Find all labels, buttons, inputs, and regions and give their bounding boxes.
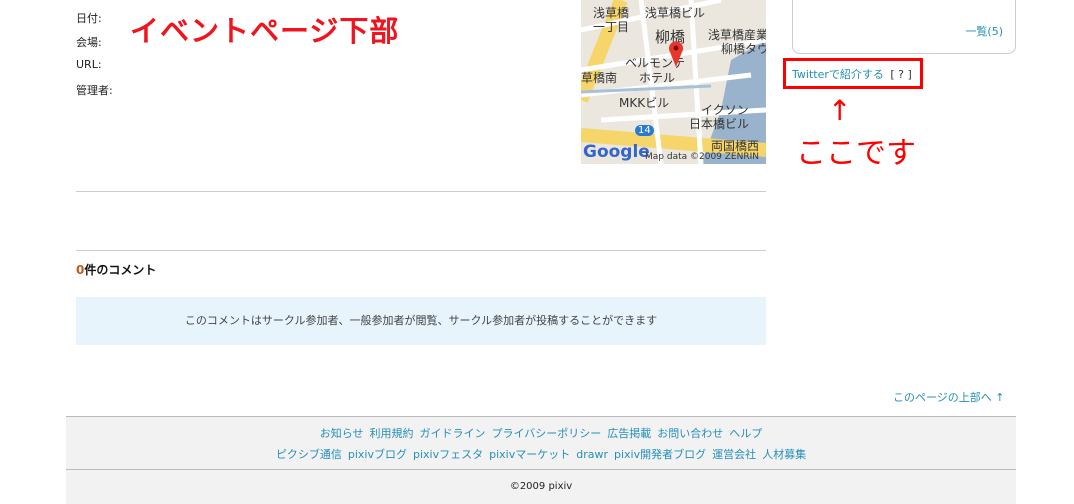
comment-notice: このコメントはサークル参加者、一般参加者が閲覧、サークル参加者が投稿することがで…	[76, 297, 766, 345]
map-label: 一丁目	[593, 20, 630, 34]
footer-link[interactable]: お知らせ	[320, 427, 364, 440]
map-label: MKKビル	[619, 96, 670, 110]
annotation-title: イベントページ下部	[130, 14, 400, 48]
venue-label: 会場:	[76, 36, 102, 49]
map-marker-icon[interactable]	[668, 40, 684, 68]
footer-link[interactable]: 利用規約	[370, 427, 414, 440]
footer-link[interactable]: pixivフェスタ	[413, 448, 483, 461]
google-logo[interactable]: Google	[583, 142, 650, 162]
footer-divider	[66, 469, 1016, 470]
annotation-arrow: ↑	[828, 94, 852, 127]
map-label: 日本橋ビル	[689, 117, 750, 131]
footer-link[interactable]: ピクシブ通信	[276, 448, 342, 461]
footer-link[interactable]: お問い合わせ	[657, 427, 723, 440]
footer-link[interactable]: 広告掲載	[607, 427, 651, 440]
footer-link[interactable]: pixivマーケット	[489, 448, 570, 461]
divider	[76, 191, 766, 192]
date-label: 日付:	[76, 12, 102, 25]
url-label: URL:	[76, 58, 102, 71]
footer: お知らせ 利用規約 ガイドライン プライバシーポリシー 広告掲載 お問い合わせ ヘルプ ピク…	[66, 416, 1016, 504]
footer-links-row2: ピクシブ通信 pixivブログ pixivフェスタ pixivマーケット drawr pi…	[66, 446, 1016, 462]
footer-link[interactable]: pixiv開発者ブログ	[614, 448, 706, 461]
back-to-top-link[interactable]: このページの上部へ ↑	[893, 389, 1005, 405]
twitter-share-link[interactable]: Twitterで紹介する	[792, 68, 884, 81]
map-credit: Map data ©2009 ZENRIN	[645, 152, 759, 162]
twitter-highlight: Twitterで紹介する [ ? ]	[783, 58, 923, 89]
route-shield-icon: 14	[635, 125, 654, 136]
footer-link[interactable]: 運営会社	[712, 448, 756, 461]
divider	[76, 250, 766, 251]
footer-links-row1: お知らせ 利用規約 ガイドライン プライバシーポリシー 広告掲載 お問い合わせ ヘルプ	[66, 425, 1016, 441]
map[interactable]: 浅草橋 一丁目 浅草橋ビル 柳橋 浅草橋産業 柳橋タウ ベルモンテ ホテル 草橋…	[581, 0, 766, 164]
map-label: 草橋南	[581, 71, 618, 85]
footer-link[interactable]: drawr	[576, 448, 608, 461]
map-label: 柳橋タウ	[721, 42, 766, 56]
copyright: ©2009 pixiv	[509, 481, 573, 492]
map-label: 浅草橋ビル	[645, 6, 706, 20]
footer-link[interactable]: ヘルプ	[729, 427, 762, 440]
map-label: ホテル	[639, 71, 676, 85]
annotation-here: ここです	[796, 136, 916, 171]
list-link[interactable]: 一覧(5)	[965, 23, 1003, 39]
comment-count-label: 件のコメント	[84, 263, 157, 277]
comment-count: 0件のコメント	[76, 261, 156, 278]
twitter-help-link[interactable]: [ ? ]	[890, 68, 911, 81]
footer-link[interactable]: 人材募集	[762, 448, 806, 461]
footer-link[interactable]: pixivブログ	[348, 448, 407, 461]
admin-label: 管理者:	[76, 84, 113, 97]
footer-link[interactable]: プライバシーポリシー	[492, 427, 602, 440]
sidebar-box: 一覧(5)	[792, 0, 1016, 54]
footer-link[interactable]: ガイドライン	[420, 427, 486, 440]
